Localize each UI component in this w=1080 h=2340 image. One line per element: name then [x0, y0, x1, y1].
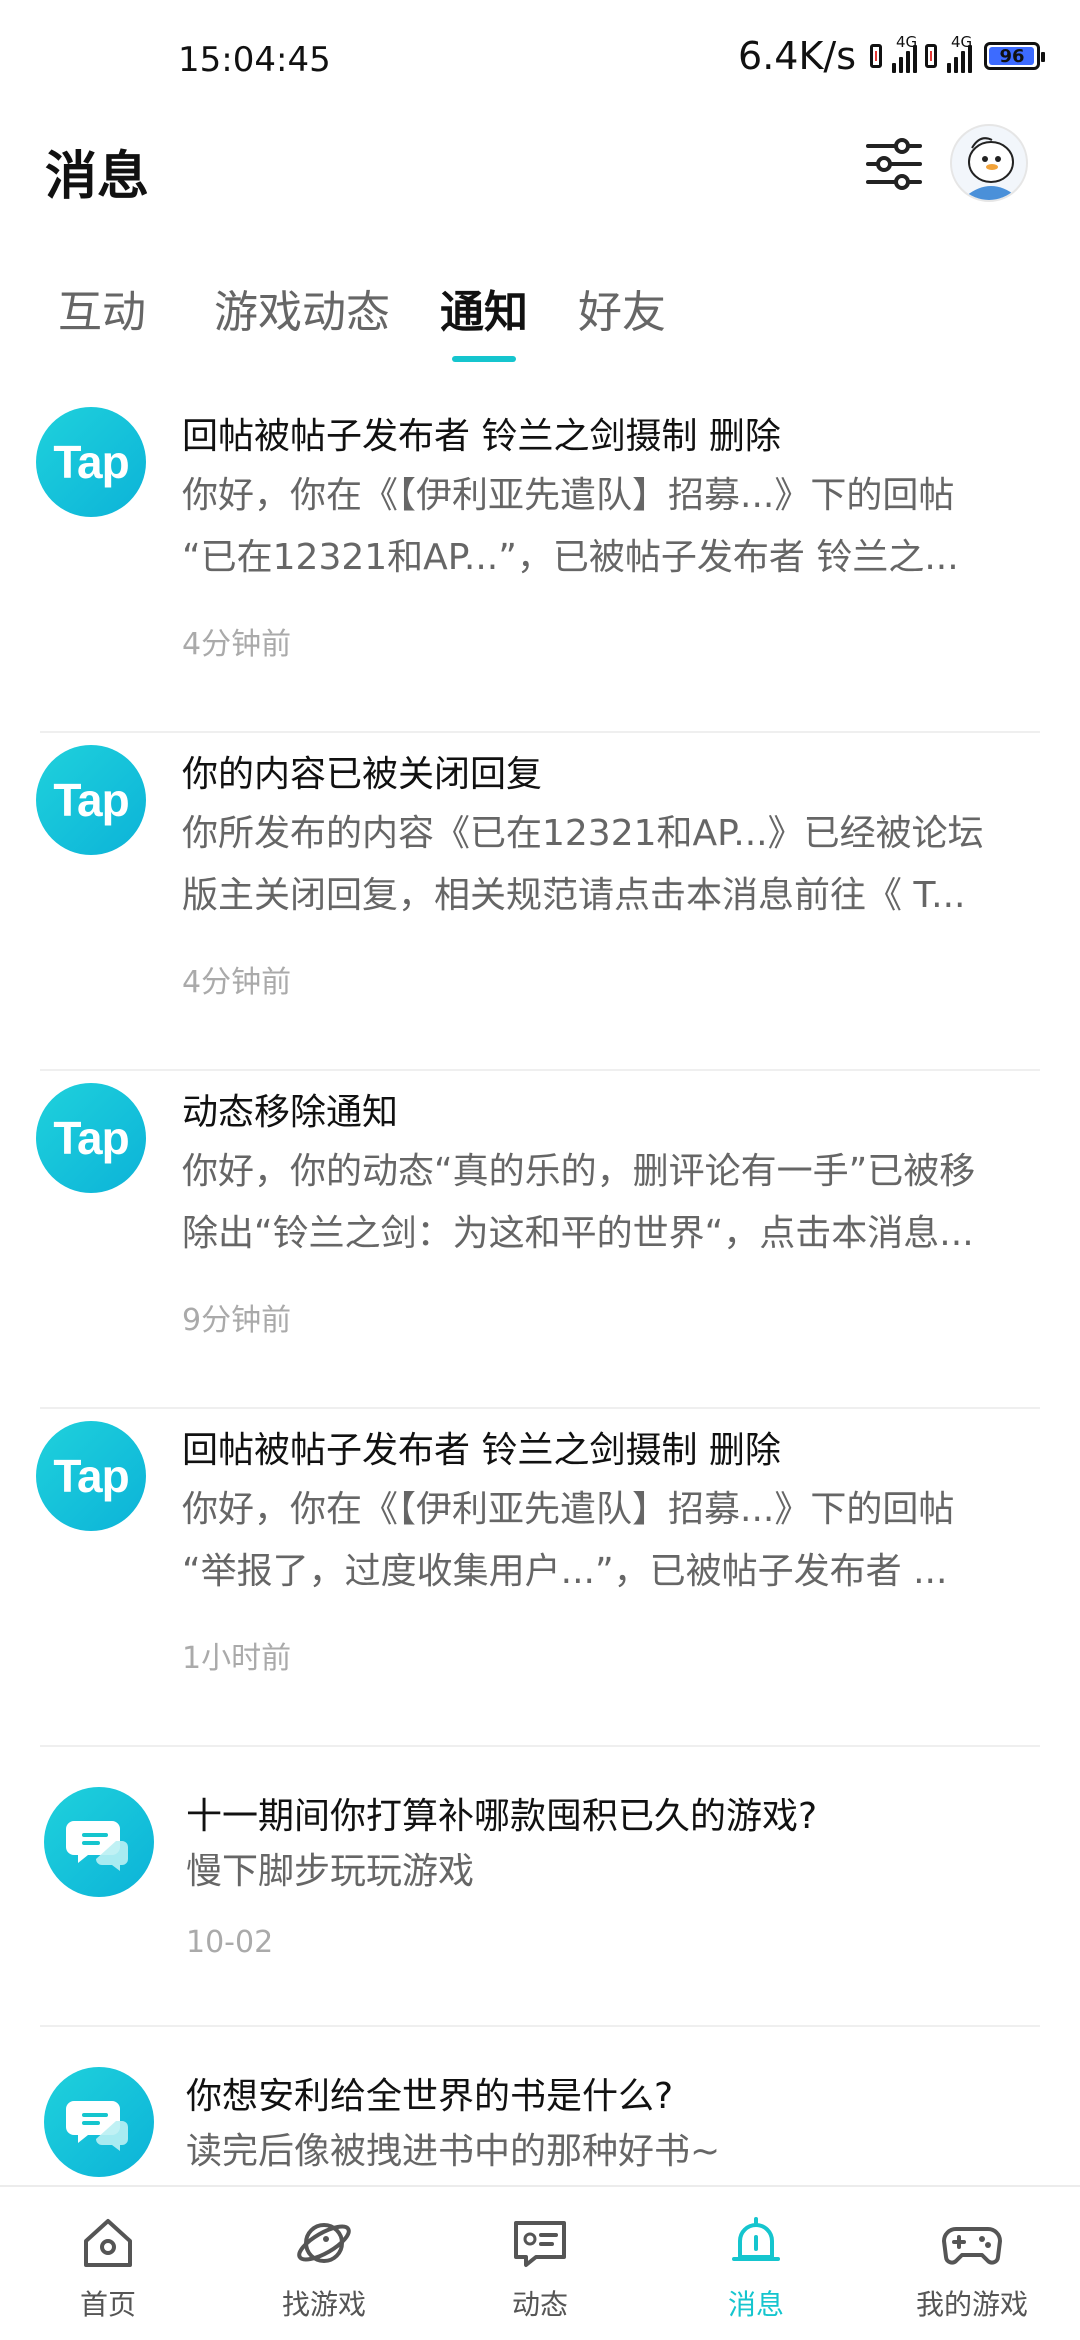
nav-my-games[interactable]: 我的游戏	[864, 2197, 1080, 2337]
tab-bar: 互动 游戏动态 通知 好友	[0, 270, 1080, 370]
notification-body: 你好，你的动态“真的乐的，删评论有一手”已被移 除出“铃兰之剑：为这和平的世界“…	[182, 1151, 976, 1254]
notification-title: 回帖被帖子发布者 铃兰之剑摄制 删除	[182, 416, 781, 457]
avatar[interactable]	[950, 124, 1028, 202]
topic-item[interactable]: 你想安利给全世界的书是什么? 读完后像被拽进书中的那种好书~	[0, 2027, 1080, 2185]
nav-label: 找游戏	[281, 2288, 366, 2321]
nav-label: 动态	[511, 2288, 568, 2321]
tab-friends[interactable]: 好友	[578, 276, 666, 340]
gamepad-icon	[942, 2227, 1002, 2265]
tap-logo-icon: Tap	[36, 1421, 146, 1531]
notification-body: 你好，你在《【伊利亚先遣队】招募...》下的回帖 “举报了，过度收集用户...”…	[182, 1489, 955, 1592]
signal-type: 4G	[951, 33, 973, 51]
nav-label: 消息	[727, 2288, 784, 2321]
signal-type: 4G	[896, 33, 918, 51]
sliders-icon[interactable]	[862, 132, 926, 196]
topic-title: 十一期间你打算补哪款囤积已久的游戏?	[186, 1796, 818, 1837]
notification-item[interactable]: Tap 回帖被帖子发布者 铃兰之剑摄制 删除 你好，你在《【伊利亚先遣队】招募.…	[0, 395, 1080, 733]
notification-item[interactable]: Tap 回帖被帖子发布者 铃兰之剑摄制 删除 你好，你在《【伊利亚先遣队】招募.…	[0, 1409, 1080, 1747]
notification-time: 1小时前	[182, 1641, 292, 1676]
feed-icon	[514, 2221, 566, 2267]
tap-logo-icon: Tap	[36, 1083, 146, 1193]
nav-messages[interactable]: 消息	[648, 2197, 864, 2337]
chat-bubble-icon	[44, 1787, 154, 1897]
sim-icon	[870, 44, 882, 68]
tab-notifications[interactable]: 通知	[440, 276, 528, 340]
nav-label: 首页	[79, 2288, 136, 2321]
tap-logo-icon: Tap	[36, 745, 146, 855]
status-bar: 15:04:45 6.4K/s 4G 4G 96	[0, 0, 1080, 120]
nav-label: 我的游戏	[915, 2288, 1028, 2321]
bell-icon	[732, 2217, 780, 2261]
topic-subtitle: 读完后像被拽进书中的那种好书~	[186, 2131, 721, 2172]
topic-item[interactable]: 十一期间你打算补哪款囤积已久的游戏? 慢下脚步玩玩游戏 10-02	[0, 1747, 1080, 2027]
notification-time: 9分钟前	[182, 1303, 292, 1338]
tap-logo-icon: Tap	[36, 407, 146, 517]
notification-item[interactable]: Tap 动态移除通知 你好，你的动态“真的乐的，删评论有一手”已被移 除出“铃兰…	[0, 1071, 1080, 1409]
active-tab-indicator	[452, 356, 516, 362]
nav-feed[interactable]: 动态	[432, 2197, 648, 2337]
planet-icon	[297, 2223, 351, 2263]
topic-time: 10-02	[186, 1925, 274, 1960]
notification-time: 4分钟前	[182, 965, 292, 1000]
status-time: 15:04:45	[178, 40, 331, 80]
signal-icon: 4G	[947, 33, 972, 73]
topic-subtitle: 慢下脚步玩玩游戏	[186, 1851, 475, 1892]
notification-title: 你的内容已被关闭回复	[182, 754, 543, 795]
tab-game-updates[interactable]: 游戏动态	[214, 276, 390, 340]
nav-home[interactable]: 首页	[0, 2197, 216, 2337]
battery-level: 96	[999, 45, 1025, 67]
topic-title: 你想安利给全世界的书是什么?	[186, 2076, 674, 2117]
notification-title: 动态移除通知	[182, 1092, 399, 1133]
notification-title: 回帖被帖子发布者 铃兰之剑摄制 删除	[182, 1430, 781, 1471]
bottom-nav: 首页 找游戏 动态 消息 我的游戏	[0, 2185, 1080, 2340]
page-title: 消息	[45, 147, 150, 207]
network-speed: 6.4K/s	[738, 34, 856, 78]
header: 消息	[0, 120, 1080, 240]
battery-icon: 96	[984, 42, 1045, 70]
notification-list: Tap 回帖被帖子发布者 铃兰之剑摄制 删除 你好，你在《【伊利亚先遣队】招募.…	[0, 395, 1080, 2185]
tab-interaction[interactable]: 互动	[58, 276, 146, 340]
nav-discover[interactable]: 找游戏	[216, 2197, 432, 2337]
home-icon	[84, 2219, 132, 2267]
notification-body: 你好，你在《【伊利亚先遣队】招募...》下的回帖 “已在12321和AP...”…	[182, 475, 959, 578]
notification-body: 你所发布的内容《已在12321和AP...》已经被论坛 版主关闭回复，相关规范请…	[182, 813, 984, 916]
signal-icon: 4G	[892, 33, 917, 73]
notification-item[interactable]: Tap 你的内容已被关闭回复 你所发布的内容《已在12321和AP...》已经被…	[0, 733, 1080, 1071]
notification-time: 4分钟前	[182, 627, 292, 662]
status-icons: 6.4K/s 4G 4G 96	[738, 33, 1045, 78]
chat-bubble-icon	[44, 2067, 154, 2177]
sim-icon	[925, 44, 937, 68]
